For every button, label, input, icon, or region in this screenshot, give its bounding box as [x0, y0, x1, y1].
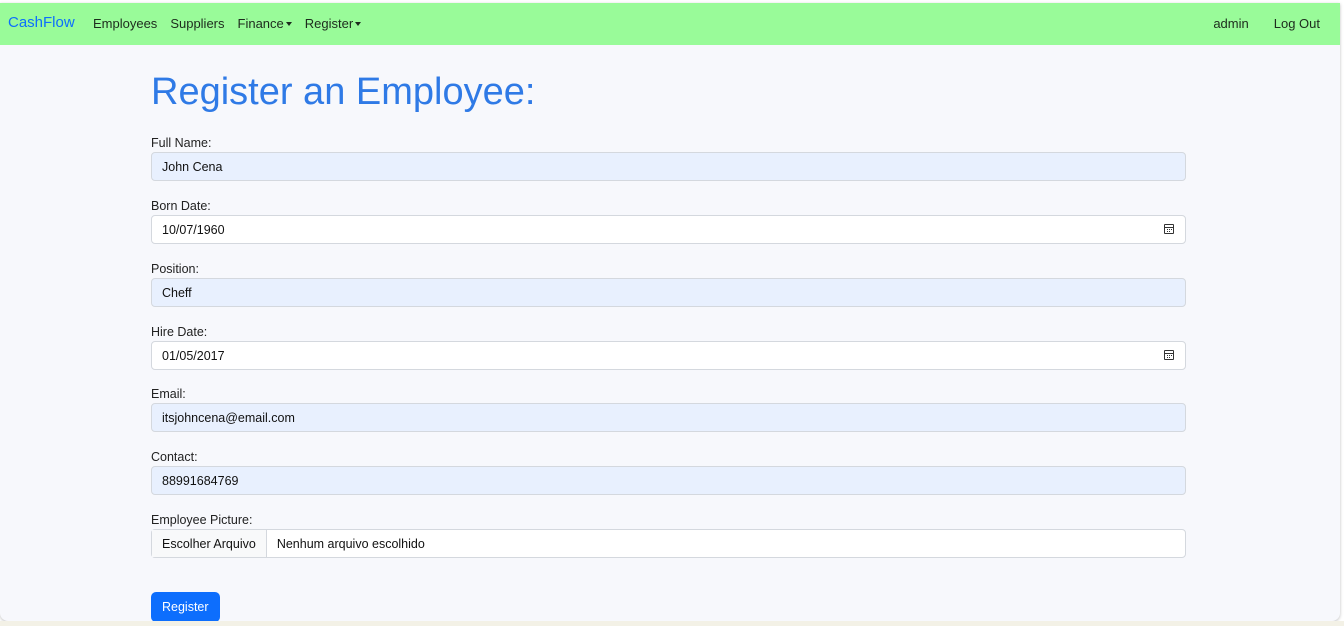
- email-label: Email:: [151, 387, 186, 401]
- position-label: Position:: [151, 262, 199, 276]
- page-title: Register an Employee:: [151, 71, 536, 113]
- contact-label: Contact:: [151, 450, 198, 464]
- nav-register-dropdown[interactable]: Register: [304, 16, 362, 31]
- employee-picture-input[interactable]: Escolher Arquivo Nenhum arquivo escolhid…: [151, 529, 1186, 558]
- born-date-input[interactable]: 10/07/1960: [151, 215, 1186, 244]
- nav-register-label: Register: [304, 16, 354, 31]
- nav-finance-label: Finance: [237, 16, 284, 31]
- logout-link[interactable]: Log Out: [1274, 16, 1320, 31]
- calendar-icon[interactable]: [1164, 224, 1174, 234]
- contact-value: 88991684769: [162, 473, 239, 488]
- contact-input[interactable]: 88991684769: [151, 466, 1186, 495]
- nav-links: Employees Suppliers Finance Register: [93, 16, 374, 31]
- full-name-label: Full Name:: [151, 136, 212, 150]
- brand-link[interactable]: CashFlow: [8, 14, 75, 31]
- full-name-input[interactable]: John Cena: [151, 152, 1186, 181]
- born-date-label: Born Date:: [151, 199, 211, 213]
- navbar: CashFlow Employees Suppliers Finance Reg…: [0, 3, 1340, 45]
- caret-down-icon: [285, 22, 292, 26]
- app-window: CashFlow Employees Suppliers Finance Reg…: [0, 3, 1340, 621]
- born-date-value: 10/07/1960: [162, 222, 225, 237]
- position-input[interactable]: Cheff: [151, 278, 1186, 307]
- choose-file-button[interactable]: Escolher Arquivo: [152, 530, 267, 557]
- nav-user-link[interactable]: admin: [1213, 16, 1248, 31]
- hire-date-value: 01/05/2017: [162, 348, 225, 363]
- file-status-text: Nenhum arquivo escolhido: [276, 536, 425, 551]
- nav-right: admin Log Out: [1188, 16, 1320, 31]
- nav-employees-link[interactable]: Employees: [93, 16, 157, 31]
- nav-suppliers-link[interactable]: Suppliers: [170, 16, 224, 31]
- position-value: Cheff: [162, 285, 192, 300]
- full-name-value: John Cena: [162, 159, 223, 174]
- calendar-icon[interactable]: [1164, 350, 1174, 360]
- register-button[interactable]: Register: [151, 592, 220, 621]
- email-input[interactable]: itsjohncena@email.com: [151, 403, 1186, 432]
- caret-down-icon: [355, 22, 362, 26]
- email-value: itsjohncena@email.com: [162, 410, 295, 425]
- employee-picture-label: Employee Picture:: [151, 513, 253, 527]
- hire-date-label: Hire Date:: [151, 325, 208, 339]
- bottom-strip: [0, 621, 1344, 626]
- hire-date-input[interactable]: 01/05/2017: [151, 341, 1186, 370]
- nav-finance-dropdown[interactable]: Finance: [238, 16, 292, 31]
